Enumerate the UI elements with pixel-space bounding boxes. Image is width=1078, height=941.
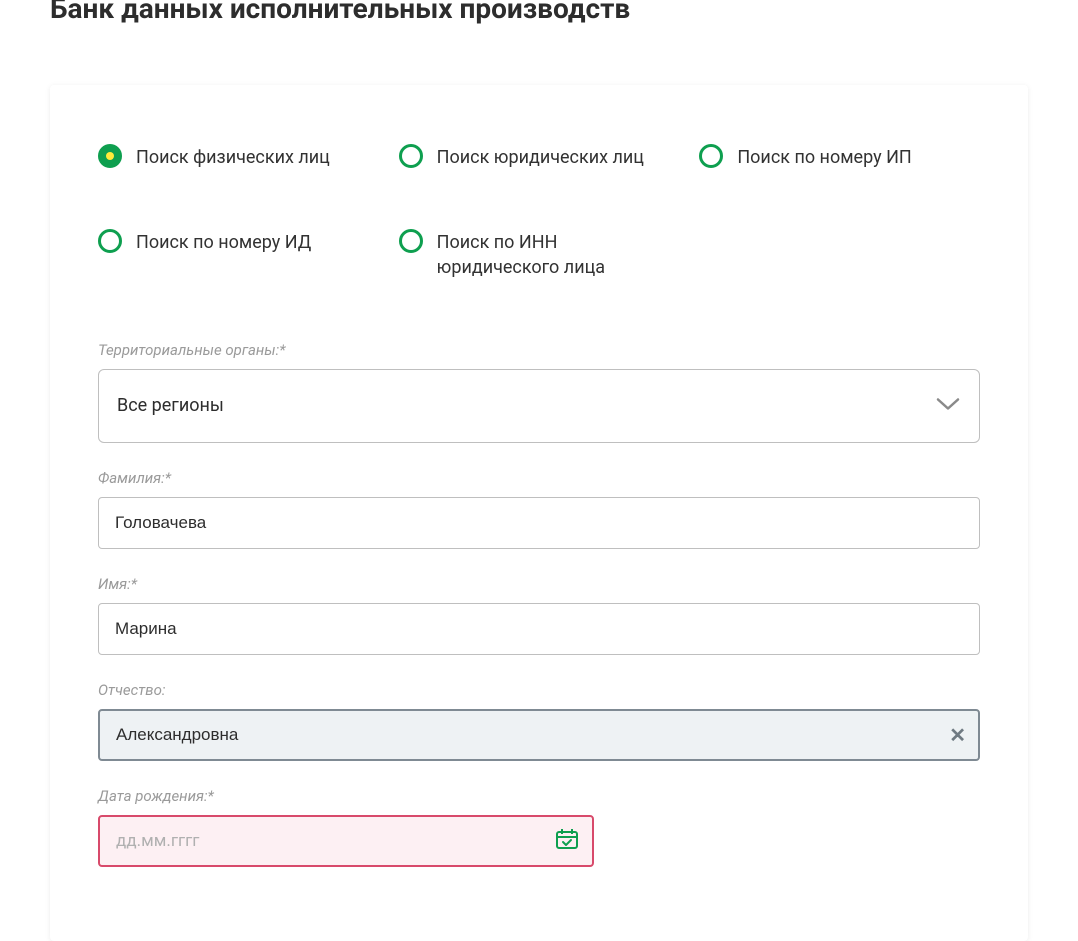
name-label: Имя:*: [98, 575, 980, 593]
radio-icon: [399, 229, 423, 253]
region-value: Все регионы: [117, 395, 224, 416]
radio-icon: [699, 144, 723, 168]
radio-ip-number[interactable]: Поиск по номеру ИП: [699, 145, 980, 170]
radio-individuals[interactable]: Поиск физических лиц: [98, 145, 379, 170]
surname-label: Фамилия:*: [98, 469, 980, 487]
page-title: Банк данных исполнительных производств: [0, 0, 1078, 25]
field-patronymic: Отчество: ✕: [98, 681, 980, 761]
radio-icon: [399, 144, 423, 168]
radio-inn[interactable]: Поиск по ИНН юридического лица: [399, 230, 680, 280]
radio-label: Поиск юридических лиц: [437, 145, 644, 170]
field-surname: Фамилия:*: [98, 469, 980, 549]
field-region: Территориальные органы:* Все регионы: [98, 341, 980, 443]
radio-label: Поиск по ИНН юридического лица: [437, 230, 680, 280]
radio-label: Поиск по номеру ИД: [136, 230, 311, 255]
radio-label: Поиск по номеру ИП: [737, 145, 911, 170]
field-birthdate: Дата рождения:* дд.мм.гггг: [98, 787, 980, 867]
patronymic-label: Отчество:: [98, 681, 980, 699]
surname-input[interactable]: [98, 497, 980, 549]
search-panel: Поиск физических лиц Поиск юридических л…: [50, 85, 1028, 941]
region-label: Территориальные органы:*: [98, 341, 980, 359]
clear-icon[interactable]: ✕: [949, 723, 966, 747]
name-input[interactable]: [98, 603, 980, 655]
radio-legal-entities[interactable]: Поиск юридических лиц: [399, 145, 680, 170]
radio-icon: [98, 144, 122, 168]
radio-id-number[interactable]: Поиск по номеру ИД: [98, 230, 379, 280]
search-type-radios: Поиск физических лиц Поиск юридических л…: [98, 145, 980, 281]
radio-icon: [98, 229, 122, 253]
chevron-down-icon: [936, 396, 960, 415]
radio-label: Поиск физических лиц: [136, 145, 330, 170]
region-select[interactable]: Все регионы: [98, 369, 980, 443]
birthdate-label: Дата рождения:*: [98, 787, 980, 805]
patronymic-input[interactable]: [98, 709, 980, 761]
field-name: Имя:*: [98, 575, 980, 655]
